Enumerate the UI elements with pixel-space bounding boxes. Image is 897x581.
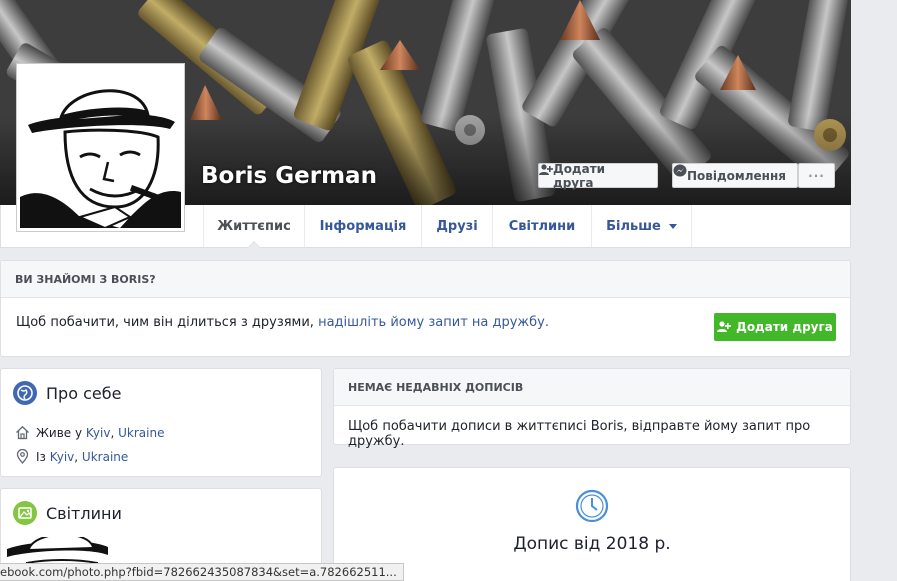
avatar-image	[20, 67, 181, 228]
no-recent-posts-text: Щоб побачити дописи в життєписі Boris, в…	[348, 419, 811, 449]
panel-text: Щоб побачити, чим він ділиться з друзями…	[16, 315, 549, 330]
send-request-link[interactable]: надішліть йому запит на дружбу.	[318, 315, 549, 330]
globe-icon	[13, 381, 37, 405]
about-title: Про себе	[46, 384, 122, 403]
add-friend-green-button[interactable]: Додати друга	[714, 313, 836, 341]
chevron-down-icon	[668, 223, 677, 229]
tab-label: Інформація	[319, 218, 407, 234]
more-options-label: ···	[808, 168, 825, 183]
home-icon	[15, 425, 30, 440]
lives-prefix: Живе у	[36, 425, 86, 440]
tab-about[interactable]: Інформація	[304, 205, 421, 247]
clock-icon	[575, 489, 609, 523]
more-options-button[interactable]: ···	[798, 163, 835, 188]
tab-label: Більше	[606, 218, 661, 234]
from-row: Із Kyiv, Ukraine	[15, 449, 128, 464]
tab-more[interactable]: Більше	[591, 205, 692, 247]
tab-photos[interactable]: Світлини	[492, 205, 591, 247]
tab-friends[interactable]: Друзі	[421, 205, 492, 247]
from-city-link[interactable]: Kyiv	[50, 450, 75, 464]
friend-request-panel: ВИ ЗНАЙОМІ З BORIS? Щоб побачити, чим ві…	[0, 260, 851, 357]
lives-separator: ,	[110, 425, 119, 440]
no-recent-posts-title: НЕМАЄ НЕДАВНІХ ДОПИСІВ	[334, 369, 850, 406]
message-label: Повідомлення	[687, 168, 786, 183]
from-text: Із Kyiv, Ukraine	[36, 450, 128, 464]
lives-city-link[interactable]: Kyiv	[86, 426, 111, 440]
tab-label: Світлини	[508, 218, 576, 234]
active-tab-pointer	[247, 241, 261, 248]
location-pin-icon	[15, 449, 30, 464]
message-button[interactable]: Повідомлення	[672, 163, 798, 188]
tab-label: Друзі	[436, 218, 478, 234]
add-friend-icon	[717, 321, 732, 333]
profile-name[interactable]: Boris German	[201, 163, 377, 189]
from-prefix: Із	[36, 449, 50, 464]
about-section: Про себе Живе у Kyiv, Ukraine Із Kyiv, U…	[0, 368, 322, 477]
year-posts-panel: Допис від 2018 р.	[333, 467, 851, 581]
tab-timeline[interactable]: Життєпис	[203, 205, 304, 248]
lives-in-text: Живе у Kyiv, Ukraine	[36, 426, 164, 440]
lives-in-row: Живе у Kyiv, Ukraine	[15, 425, 164, 440]
year-label[interactable]: Допис від 2018 р.	[334, 534, 850, 554]
add-friend-button[interactable]: Додати друга	[538, 161, 658, 190]
panel-text-static: Щоб побачити, чим він ділиться з друзями…	[16, 315, 319, 330]
tab-label: Життєпис	[217, 218, 291, 234]
photo-icon	[13, 501, 37, 525]
lives-country-link[interactable]: Ukraine	[118, 426, 164, 440]
from-country-link[interactable]: Ukraine	[82, 450, 128, 464]
photos-title: Світлини	[46, 504, 122, 523]
add-friend-label: Додати друга	[553, 161, 606, 190]
panel-title: ВИ ЗНАЙОМІ З BORIS?	[1, 261, 850, 298]
profile-picture[interactable]	[16, 63, 185, 232]
add-friend-green-label: Додати друга	[736, 320, 833, 334]
from-separator: ,	[74, 449, 82, 464]
status-bar-url: ebook.com/photo.php?fbid=782662435087834…	[0, 563, 404, 581]
no-recent-posts-panel: НЕМАЄ НЕДАВНІХ ДОПИСІВ Щоб побачити допи…	[333, 368, 851, 449]
